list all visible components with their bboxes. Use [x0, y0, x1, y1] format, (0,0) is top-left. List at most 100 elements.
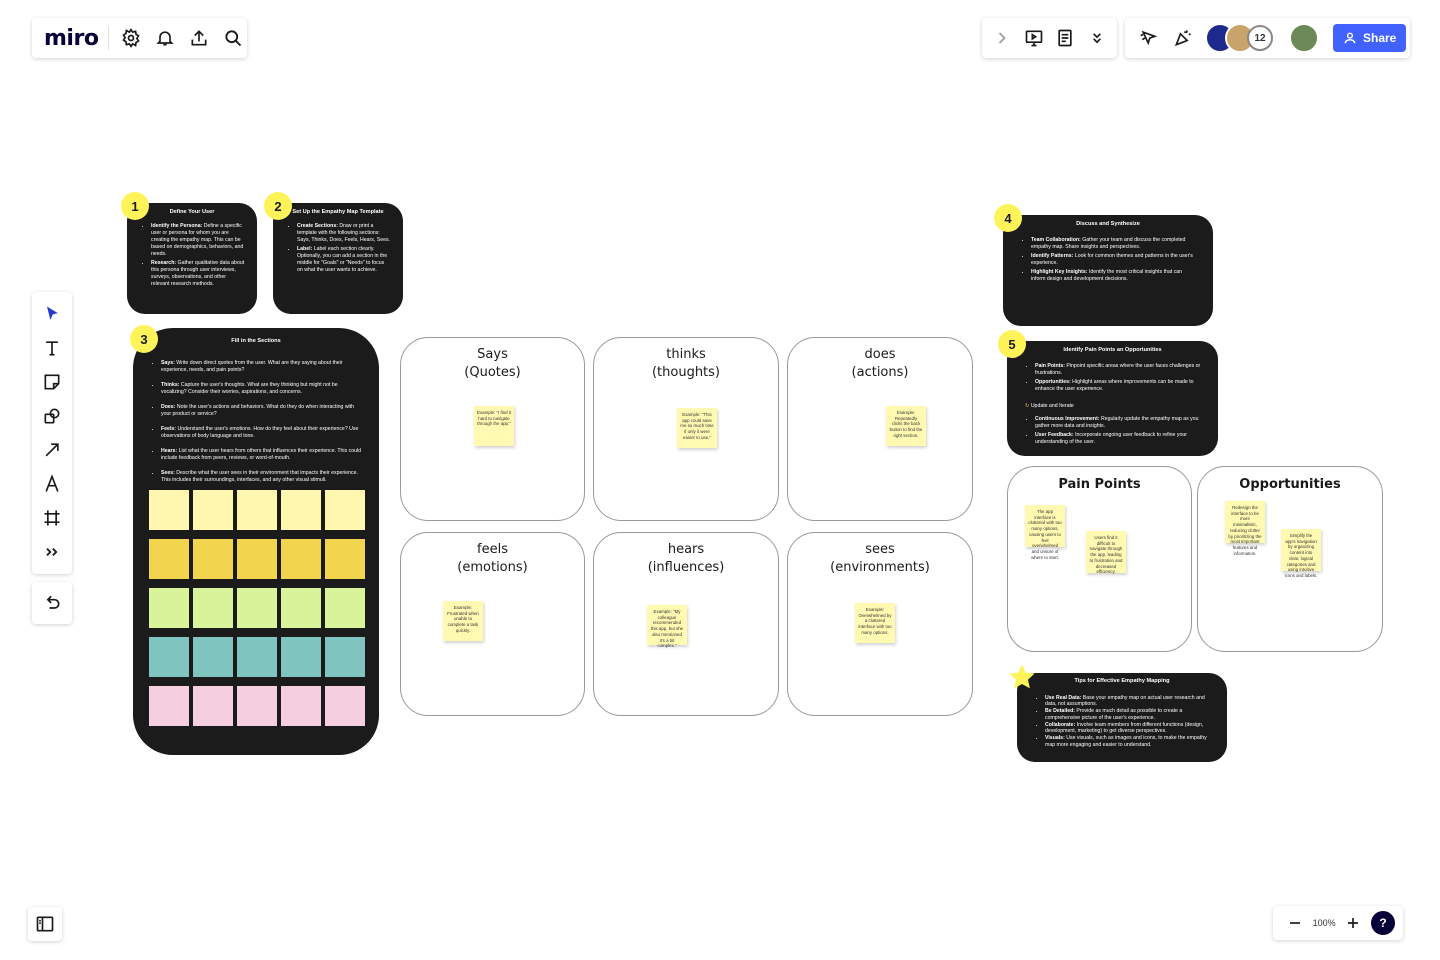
pain-points-box[interactable]: Pain Points The app interface is clutter…: [1007, 466, 1192, 652]
palette-sticky[interactable]: [281, 588, 321, 628]
double-chevron-down-icon[interactable]: [1083, 24, 1111, 52]
example-sticky-note[interactable]: Example: Frustrated when unable to compl…: [443, 601, 483, 641]
pain-point-sticky-note[interactable]: Users find it difficult to navigate thro…: [1086, 531, 1126, 574]
quadrant-sees[interactable]: sees (environments) Example: Overwhelmed …: [787, 532, 973, 716]
help-button[interactable]: ?: [1371, 911, 1396, 935]
palette-sticky[interactable]: [325, 588, 365, 628]
palette-sticky[interactable]: [237, 686, 277, 726]
follow-cursor-icon[interactable]: [1135, 24, 1163, 52]
palette-sticky[interactable]: [149, 539, 189, 579]
creation-toolbar: [32, 292, 72, 574]
opportunities-box[interactable]: Opportunities Redesign the interface to …: [1197, 466, 1383, 652]
sidebar-toggle-panel: [28, 907, 62, 941]
example-sticky-note[interactable]: Example: "My colleague recommended this …: [647, 605, 687, 648]
opportunity-sticky-note[interactable]: Redesign the interface to be more minima…: [1225, 501, 1265, 556]
sidebar-toggle-icon[interactable]: [31, 910, 59, 938]
presentation-icon[interactable]: [1020, 24, 1048, 52]
example-sticky-note[interactable]: Example: Repeatedly clicks the back butt…: [886, 406, 926, 446]
palette-sticky[interactable]: [325, 637, 365, 677]
presentation-panel: [982, 18, 1117, 58]
select-cursor-icon[interactable]: [37, 300, 67, 328]
chevron-right-icon[interactable]: [988, 24, 1016, 52]
zoom-in-icon[interactable]: [1339, 909, 1367, 937]
palette-sticky[interactable]: [281, 686, 321, 726]
palette-sticky[interactable]: [237, 588, 277, 628]
card-title: Set Up the Empathy Map Template: [292, 209, 384, 215]
palette-sticky[interactable]: [237, 539, 277, 579]
search-icon[interactable]: [219, 24, 247, 52]
palette-sticky[interactable]: [281, 637, 321, 677]
pain-point-sticky-note[interactable]: The app interface is cluttered with too …: [1025, 505, 1065, 560]
list-item: Identify Patterns: Look for common theme…: [1031, 253, 1197, 267]
palette-sticky[interactable]: [149, 686, 189, 726]
share-label: Share: [1363, 31, 1397, 45]
celebrate-reactions-icon[interactable]: [1169, 24, 1197, 52]
zoom-out-icon[interactable]: [1281, 909, 1309, 937]
example-sticky-note[interactable]: Example: "I find it hard to navigate thr…: [474, 406, 514, 446]
avatar-count-badge[interactable]: 12: [1247, 25, 1273, 51]
quadrant-does[interactable]: does (actions) Example: Repeatedly clicks…: [787, 337, 973, 521]
list-item: Pain Points: Pinpoint specific areas whe…: [1035, 363, 1202, 377]
list-item: Feels: Understand the user's emotions. H…: [161, 426, 363, 440]
undo-icon[interactable]: [38, 589, 66, 617]
list-item: Identify the Persona: Define a specific …: [151, 223, 245, 258]
zoom-level[interactable]: 100%: [1313, 918, 1336, 928]
collaborator-avatars[interactable]: 12: [1205, 23, 1281, 53]
shapes-icon[interactable]: [37, 402, 67, 430]
palette-sticky[interactable]: [325, 539, 365, 579]
example-sticky-note[interactable]: Example: Overwhelmed by a cluttered inte…: [855, 603, 895, 643]
example-sticky-note[interactable]: Example: "This app could save me so much…: [677, 408, 717, 448]
quadrant-title: does (actions): [851, 347, 909, 380]
palette-sticky[interactable]: [193, 637, 233, 677]
palette-sticky[interactable]: [149, 637, 189, 677]
refresh-icon: ↻: [1025, 402, 1030, 409]
quadrant-says[interactable]: Says (Quotes) Example: "I find it hard to…: [400, 337, 585, 521]
list-item: Highlight Key Insights: Identify the mos…: [1031, 269, 1197, 283]
step-badge-2: 2: [264, 192, 292, 220]
upload-export-icon[interactable]: [185, 24, 213, 52]
miro-logo[interactable]: miro: [32, 26, 104, 51]
palette-sticky[interactable]: [281, 539, 321, 579]
tips-card[interactable]: Tips for Effective Empathy Mapping Use R…: [1017, 673, 1227, 762]
card-title: Define Your User: [169, 209, 215, 215]
step-card-pain-points-opportunities[interactable]: Identify Pain Points an Opportunities Pa…: [1007, 341, 1218, 456]
current-user-avatar[interactable]: [1289, 23, 1319, 53]
connection-line-icon[interactable]: [37, 436, 67, 464]
step-card-setup-template[interactable]: Set Up the Empathy Map Template Create S…: [273, 203, 403, 314]
quadrant-hears[interactable]: hears (influences) Example: "My colleague…: [593, 532, 779, 716]
more-tools-icon[interactable]: [37, 538, 67, 566]
palette-sticky[interactable]: [237, 637, 277, 677]
palette-sticky[interactable]: [193, 539, 233, 579]
palette-sticky[interactable]: [281, 490, 321, 530]
sticky-note-icon[interactable]: [37, 368, 67, 396]
list-item: Be Detailed: Provide as much detail as p…: [1045, 708, 1211, 722]
list-item: Team Collaboration: Gather your team and…: [1031, 237, 1197, 251]
palette-sticky[interactable]: [193, 686, 233, 726]
quadrant-title: feels (emotions): [457, 542, 528, 575]
quadrant-feels[interactable]: feels (emotions) Example: Frustrated when…: [400, 532, 585, 716]
quadrant-thinks[interactable]: thinks (thoughts) Example: "This app coul…: [593, 337, 779, 521]
list-item: Use Real Data: Base your empathy map on …: [1045, 695, 1211, 709]
palette-sticky[interactable]: [149, 490, 189, 530]
share-button[interactable]: Share: [1333, 24, 1407, 52]
pen-icon[interactable]: [37, 470, 67, 498]
step-card-define-user[interactable]: Define Your User Identify the Persona: D…: [127, 203, 257, 314]
palette-sticky[interactable]: [325, 686, 365, 726]
step-badge-3: 3: [130, 325, 158, 353]
palette-sticky[interactable]: [193, 588, 233, 628]
notes-document-icon[interactable]: [1051, 24, 1079, 52]
step-card-discuss-synthesize[interactable]: Discuss and Synthesize Team Collaboratio…: [1003, 215, 1213, 326]
palette-sticky[interactable]: [193, 490, 233, 530]
list-item: Label: Label each section clearly. Optio…: [297, 246, 391, 274]
top-left-toolbar: miro: [32, 18, 247, 58]
quadrant-title: Says (Quotes): [464, 347, 521, 380]
palette-sticky[interactable]: [325, 490, 365, 530]
palette-sticky[interactable]: [237, 490, 277, 530]
palette-sticky[interactable]: [149, 588, 189, 628]
frame-icon[interactable]: [37, 504, 67, 532]
notifications-bell-icon[interactable]: [151, 24, 179, 52]
settings-gear-icon[interactable]: [117, 24, 145, 52]
opportunity-sticky-note[interactable]: Simplify the app's navigation by organiz…: [1281, 529, 1321, 578]
divider: [108, 26, 110, 50]
text-tool-icon[interactable]: [37, 334, 67, 362]
